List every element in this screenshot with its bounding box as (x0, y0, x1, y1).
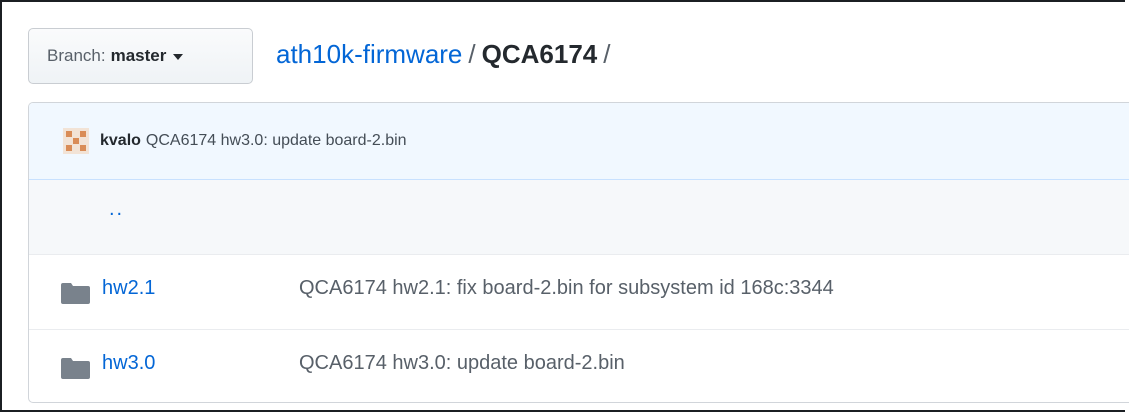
file-table: kvalo QCA6174 hw3.0: update board-2.bin … (28, 102, 1129, 403)
parent-directory-link[interactable]: .. (109, 198, 124, 221)
breadcrumb-repo-link[interactable]: ath10k-firmware (276, 39, 462, 69)
folder-icon (61, 358, 90, 379)
file-name-link[interactable]: hw3.0 (102, 352, 155, 375)
file-commit-message-link[interactable]: QCA6174 hw2.1: fix board-2.bin for subsy… (299, 277, 834, 300)
breadcrumb-separator: / (468, 39, 476, 69)
file-commit-message-link[interactable]: QCA6174 hw3.0: update board-2.bin (299, 352, 625, 375)
latest-commit-bar: kvalo QCA6174 hw3.0: update board-2.bin (29, 103, 1129, 180)
caret-down-icon (173, 54, 184, 60)
file-name-link[interactable]: hw2.1 (102, 277, 155, 300)
file-row: hw3.0 QCA6174 hw3.0: update board-2.bin (29, 330, 1129, 402)
branch-label: Branch: (47, 46, 106, 65)
commit-message-link[interactable]: QCA6174 hw3.0: update board-2.bin (146, 132, 407, 150)
breadcrumb-current-dir: QCA6174 (481, 39, 598, 69)
commit-author-link[interactable]: kvalo (100, 132, 141, 150)
branch-name: master (110, 46, 167, 65)
breadcrumb-trailing-separator: / (603, 39, 611, 69)
breadcrumb: ath10k-firmware / QCA6174/ (276, 36, 617, 72)
avatar[interactable] (63, 128, 89, 154)
folder-icon (61, 283, 90, 304)
branch-select-button[interactable]: Branch: master (28, 28, 253, 84)
file-row: hw2.1 QCA6174 hw2.1: fix board-2.bin for… (29, 255, 1129, 330)
parent-directory-row: .. (29, 180, 1129, 255)
